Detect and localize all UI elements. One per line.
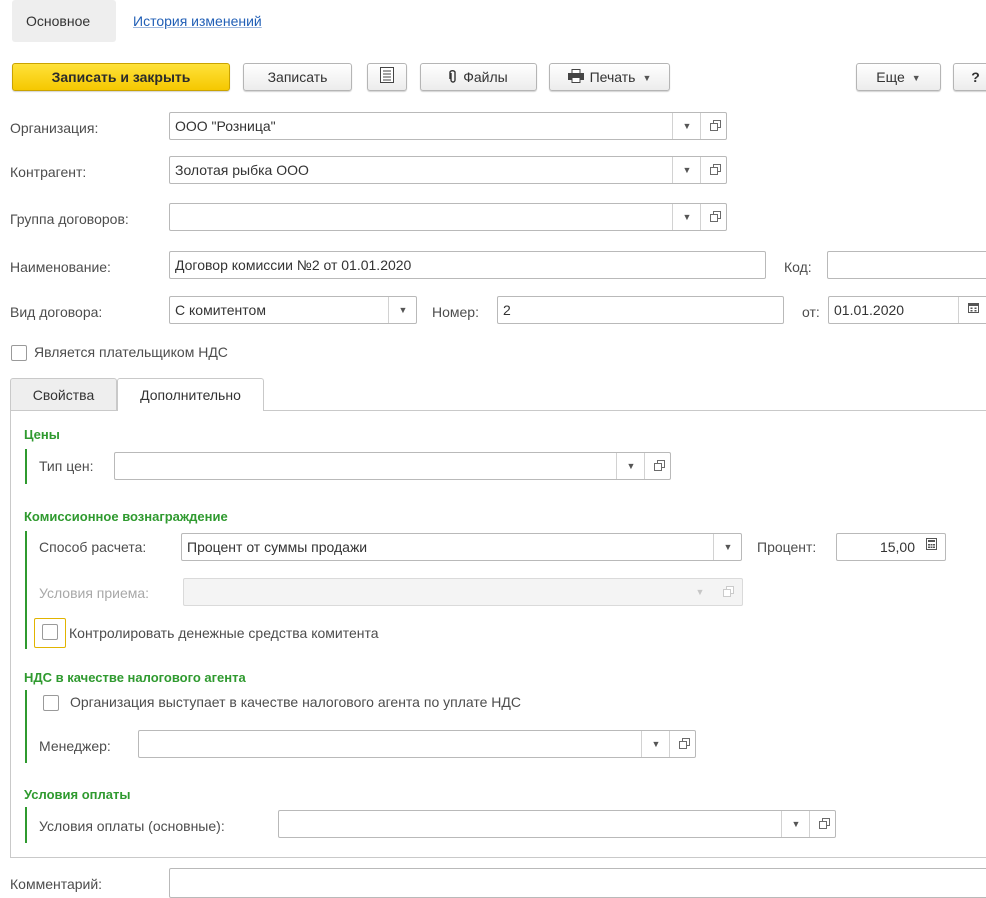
open-form-icon [714,579,742,605]
control-funds-checkbox[interactable] [42,624,58,640]
contract-type-value: С комитентом [175,302,266,318]
payment-terms-field[interactable]: ▼ [278,810,836,838]
price-type-field[interactable]: ▼ [114,452,671,480]
tab-divider [264,410,986,411]
date-label: от: [802,304,820,320]
tab-additional-label: Дополнительно [140,387,241,403]
manager-field[interactable]: ▼ [138,730,696,758]
open-form-icon[interactable] [700,204,726,230]
tab-main-label: Основное [26,13,91,29]
commission-group-bar [25,531,27,649]
contract-type-field[interactable]: С комитентом ▼ [169,296,417,324]
name-field[interactable]: Договор комиссии №2 от 01.01.2020 [169,251,766,279]
comment-label: Комментарий: [10,876,103,892]
tax-agent-checkbox[interactable] [43,695,59,711]
files-button[interactable]: Файлы [420,63,537,91]
date-field[interactable]: 01.01.2020 [828,296,986,324]
organization-field[interactable]: ООО "Розница" ▼ [169,112,727,140]
tab-panel-border [10,410,11,857]
contract-group-field[interactable]: ▼ [169,203,727,231]
chevron-down-icon: ▼ [911,73,921,84]
calc-method-field[interactable]: Процент от суммы продажи ▼ [181,533,742,561]
print-button[interactable]: Печать ▼ [549,63,670,91]
code-field[interactable] [827,251,986,279]
calculator-icon[interactable] [917,534,945,560]
help-label: ? [971,69,980,85]
save-button[interactable]: Записать [243,63,352,91]
number-value: 2 [503,302,511,318]
date-value: 01.01.2020 [834,302,905,318]
name-label: Наименование: [10,259,111,275]
control-funds-label: Контролировать денежные средства комитен… [69,625,379,641]
percent-field[interactable]: 15,00 [836,533,946,561]
tab-main[interactable]: Основное [12,0,116,42]
acceptance-label: Условия приема: [39,585,150,601]
chevron-down-icon: ▼ [695,587,705,597]
tab-properties-label: Свойства [32,387,95,403]
prices-group-bar [25,449,27,484]
list-icon [380,65,394,91]
chevron-down-icon[interactable]: ▼ [672,157,701,183]
chevron-down-icon[interactable]: ▼ [616,453,645,479]
chevron-down-icon[interactable]: ▼ [781,811,810,837]
help-button[interactable]: ? [953,63,986,91]
payment-group-bar [25,807,27,843]
commission-group-title: Комиссионное вознаграждение [24,509,228,524]
chevron-down-icon[interactable]: ▼ [641,731,670,757]
vat-payer-checkbox[interactable] [11,345,27,361]
open-form-icon[interactable] [644,453,670,479]
percent-value: 15,00 [879,539,915,555]
contract-type-label: Вид договора: [10,304,103,320]
chevron-down-icon[interactable]: ▼ [388,297,416,323]
files-label: Файлы [463,69,508,85]
printer-icon [567,65,584,91]
open-form-icon[interactable] [669,731,695,757]
counterparty-value: Золотая рыбка ООО [175,162,309,178]
calendar-icon[interactable] [958,297,986,323]
tab-additional[interactable]: Дополнительно [117,378,264,411]
save-label: Записать [267,69,328,85]
save-and-close-button[interactable]: Записать и закрыть [12,63,230,91]
chevron-down-icon[interactable]: ▼ [672,113,701,139]
tab-panel-border [10,857,986,858]
print-label: Печать [589,69,636,85]
payment-terms-label: Условия оплаты (основные): [39,818,225,834]
chevron-down-icon: ▼ [642,73,652,84]
tab-divider [10,410,117,411]
chevron-down-icon[interactable]: ▼ [713,534,741,560]
more-label: Еще [876,69,905,85]
tab-properties[interactable]: Свойства [10,378,117,410]
percent-label: Процент: [757,539,817,555]
number-label: Номер: [432,304,479,320]
payment-group-title: Условия оплаты [24,787,131,802]
calc-method-label: Способ расчета: [39,539,147,555]
contract-group-label: Группа договоров: [10,211,129,227]
paperclip-icon [449,65,457,91]
organization-label: Организация: [10,120,99,136]
vat-agent-group-title: НДС в качестве налогового агента [24,670,246,685]
history-link[interactable]: История изменений [133,13,262,29]
chevron-down-icon[interactable]: ▼ [672,204,701,230]
acceptance-field: ▼ [183,578,743,606]
name-value: Договор комиссии №2 от 01.01.2020 [175,257,412,273]
code-label: Код: [784,259,812,275]
organization-value: ООО "Розница" [175,118,276,134]
calc-method-value: Процент от суммы продажи [187,539,368,555]
more-button[interactable]: Еще ▼ [856,63,941,91]
prices-group-title: Цены [24,427,60,442]
tax-agent-label: Организация выступает в качестве налогов… [70,694,521,710]
open-form-icon[interactable] [809,811,835,837]
manager-label: Менеджер: [39,738,111,754]
comment-field[interactable] [169,868,986,898]
vat-payer-label: Является плательщиком НДС [34,344,228,360]
vat-agent-group-bar [25,690,27,763]
counterparty-label: Контрагент: [10,164,87,180]
number-field[interactable]: 2 [497,296,784,324]
save-and-close-label: Записать и закрыть [51,69,191,85]
open-form-icon[interactable] [700,113,726,139]
list-view-button[interactable] [367,63,407,91]
counterparty-field[interactable]: Золотая рыбка ООО ▼ [169,156,727,184]
open-form-icon[interactable] [700,157,726,183]
price-type-label: Тип цен: [39,458,94,474]
